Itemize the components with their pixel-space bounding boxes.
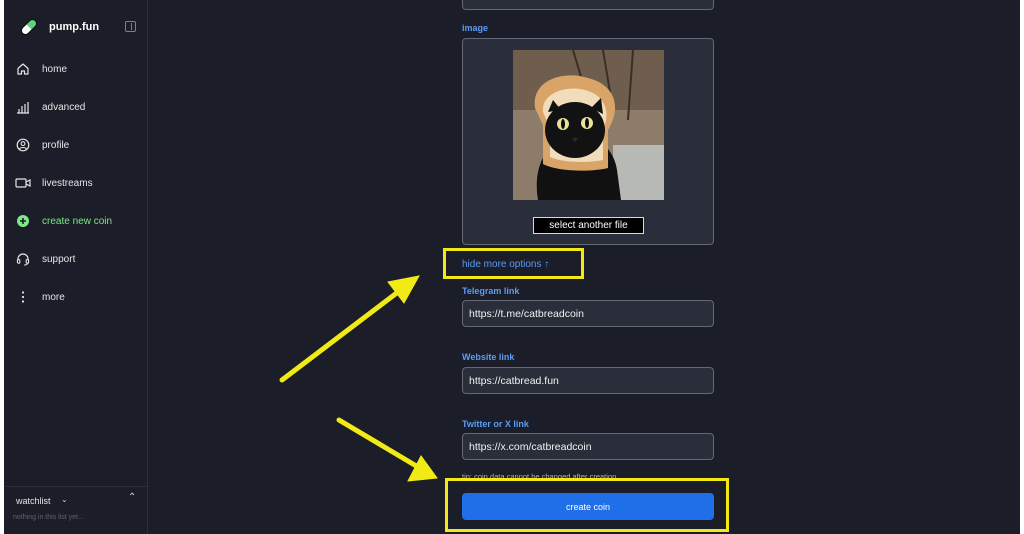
arrow-to-more-options (279, 275, 420, 383)
arrow-to-create-coin (336, 417, 438, 482)
annotation-arrows (279, 275, 438, 482)
